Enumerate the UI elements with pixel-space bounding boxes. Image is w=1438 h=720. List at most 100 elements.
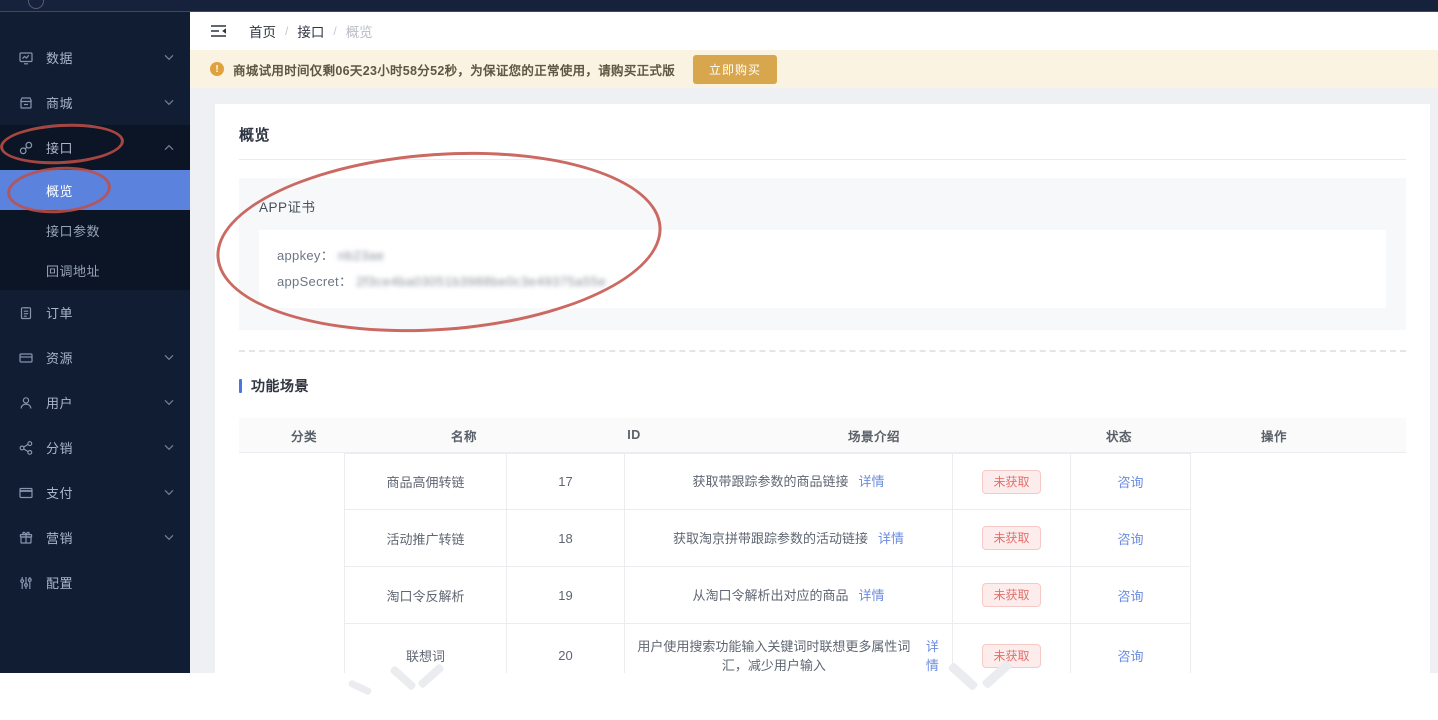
scenes-table: 分类 名称 ID 场景介绍 状态 操作 商品高佣转链 17 获取带跟踪参数的商品…	[239, 418, 1406, 673]
cell-action: 咨询	[1070, 624, 1191, 673]
cell-status: 未获取	[952, 453, 1070, 510]
sliders-icon	[18, 575, 34, 591]
sidebar-item-label: 配置	[46, 576, 74, 591]
cell-name: 活动推广转链	[344, 510, 506, 567]
sidebar-item-label: 分销	[46, 441, 74, 456]
buy-now-button[interactable]: 立即购买	[693, 54, 778, 84]
appkey-row: appkey： nb23ae	[277, 243, 1368, 269]
status-badge: 未获取	[982, 583, 1041, 607]
sidebar-item-marketing[interactable]: 营销	[0, 515, 190, 560]
appsecret-label: appSecret：	[277, 274, 353, 289]
sidebar-item-payment[interactable]: 支付	[0, 470, 190, 515]
column-header-action: 操作	[1260, 429, 1287, 444]
sidebar-fold-icon[interactable]	[210, 24, 227, 38]
cell-action: 咨询	[1070, 510, 1191, 567]
breadcrumb-current: 概览	[345, 25, 373, 40]
shop-icon	[18, 95, 34, 111]
cell-category	[239, 510, 344, 567]
app-cert-card: APP证书 appkey： nb23ae appSecret： 2f3ce4ba…	[239, 178, 1406, 330]
trial-warning-banner: ! 商城试用时间仅剩06天23小时58分52秒，为保证您的正常使用，请购买正式版…	[190, 50, 1438, 88]
sidebar-item-label: 接口	[46, 141, 74, 156]
cell-category	[239, 453, 344, 510]
scene-desc-text: 从淘口令解析出对应的商品	[692, 587, 849, 603]
cell-name: 淘口令反解析	[344, 567, 506, 624]
cell-desc: 用户使用搜索功能输入关键词时联想更多属性词汇，减少用户输入 详情	[624, 624, 952, 673]
scene-desc-text: 获取淘京拼带跟踪参数的活动链接	[672, 530, 868, 546]
cell-desc: 从淘口令解析出对应的商品 详情	[624, 567, 952, 624]
breadcrumb-api[interactable]: 接口	[297, 21, 324, 41]
scene-desc-text: 获取带跟踪参数的商品链接	[692, 474, 849, 489]
warning-icon: !	[210, 62, 224, 76]
sidebar-subitem-callback-address[interactable]: 回调地址	[0, 250, 190, 290]
sidebar-item-resources[interactable]: 资源	[0, 335, 190, 380]
api-link-icon	[18, 140, 34, 156]
top-bar	[0, 0, 1438, 12]
consult-link[interactable]: 咨询	[1117, 472, 1143, 491]
consult-link[interactable]: 咨询	[1117, 529, 1143, 548]
sidebar-item-label: 数据	[46, 51, 74, 66]
sidebar-subitem-overview[interactable]: 概览	[0, 170, 190, 210]
sidebar-item-users[interactable]: 用户	[0, 380, 190, 425]
sidebar-item-config[interactable]: 配置	[0, 560, 190, 605]
cell-category	[239, 567, 344, 624]
faint-stroke	[347, 679, 373, 696]
cell-desc: 获取带跟踪参数的商品链接 详情	[624, 453, 952, 510]
detail-link[interactable]: 详情	[878, 529, 904, 548]
chevron-down-icon	[164, 354, 174, 361]
sidebar-item-distribution[interactable]: 分销	[0, 425, 190, 470]
chevron-down-icon	[164, 399, 174, 406]
cell-operation-spacer	[1191, 624, 1406, 673]
sidebar-item-orders[interactable]: 订单	[0, 290, 190, 335]
consult-link[interactable]: 咨询	[1117, 586, 1143, 605]
sidebar-subitem-label: 概览	[46, 183, 74, 199]
app-cert-title: APP证书	[259, 200, 316, 215]
credit-card-icon	[18, 485, 34, 501]
sidebar-item-api[interactable]: 接口	[0, 125, 190, 170]
scenes-section-title: 功能场景	[251, 378, 309, 394]
cell-action: 咨询	[1070, 567, 1191, 624]
resource-card-icon	[18, 350, 34, 366]
column-header-id: ID	[627, 428, 641, 442]
dashed-divider	[239, 350, 1406, 352]
chevron-down-icon	[164, 99, 174, 106]
cell-status: 未获取	[952, 510, 1070, 567]
chevron-down-icon	[164, 534, 174, 541]
sidebar-item-label: 订单	[46, 306, 74, 321]
cell-category	[239, 624, 344, 673]
breadcrumb-home[interactable]: 首页	[249, 21, 276, 41]
column-header-status: 状态	[1105, 429, 1132, 444]
table-row: 商品高佣转链 17 获取带跟踪参数的商品链接 详情 未获取 咨询	[239, 453, 1406, 510]
status-badge: 未获取	[982, 526, 1041, 550]
cell-name: 联想词	[344, 624, 506, 673]
detail-link[interactable]: 详情	[923, 637, 942, 674]
cell-id: 20	[506, 624, 624, 673]
consult-link[interactable]: 咨询	[1117, 646, 1143, 665]
cell-id: 19	[506, 567, 624, 624]
appsecret-row: appSecret： 2f3ce4ba03051b3988be0c3e49375…	[277, 269, 1368, 295]
column-header-desc: 场景介绍	[847, 429, 900, 444]
sidebar-item-label: 营销	[46, 531, 74, 546]
appkey-label: appkey：	[277, 248, 335, 263]
app-logo	[28, 0, 44, 9]
breadcrumb-separator: /	[333, 24, 337, 38]
column-header-category: 分类	[290, 429, 317, 444]
cell-desc: 获取淘京拼带跟踪参数的活动链接 详情	[624, 510, 952, 567]
data-monitor-icon	[18, 50, 34, 66]
chevron-down-icon	[164, 489, 174, 496]
chevron-down-icon	[164, 54, 174, 61]
content-area: 概览 APP证书 appkey： nb23ae appSecret： 2f3ce…	[190, 88, 1438, 673]
scenes-section-header: 功能场景	[239, 376, 1406, 396]
appsecret-value: 2f3ce4ba03051b3988be0c3e49375a55e	[356, 274, 607, 289]
sidebar-item-mall[interactable]: 商城	[0, 80, 190, 125]
app-cert-box: appkey： nb23ae appSecret： 2f3ce4ba03051b…	[259, 230, 1386, 308]
detail-link[interactable]: 详情	[859, 586, 885, 605]
sidebar-subitem-api-params[interactable]: 接口参数	[0, 210, 190, 250]
cell-name: 商品高佣转链	[344, 453, 506, 510]
user-icon	[18, 395, 34, 411]
detail-link[interactable]: 详情	[859, 472, 885, 491]
main-area: 首页 / 接口 / 概览 ! 商城试用时间仅剩06天23小时58分52秒，为保证…	[190, 12, 1438, 673]
sidebar-item-data[interactable]: 数据	[0, 35, 190, 80]
appkey-value: nb23ae	[337, 248, 385, 263]
cell-id: 17	[506, 453, 624, 510]
sidebar-subitem-label: 接口参数	[46, 223, 101, 239]
